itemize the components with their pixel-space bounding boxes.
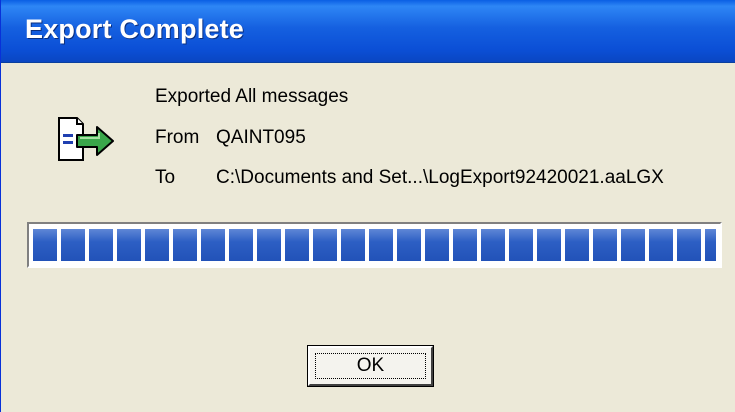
to-label: To <box>155 167 176 188</box>
progress-segment <box>117 229 141 261</box>
progress-segment <box>33 229 57 261</box>
progress-segment <box>341 229 365 261</box>
progress-segment <box>537 229 561 261</box>
progress-segment <box>677 229 701 261</box>
progress-segment <box>201 229 225 261</box>
progress-segment <box>61 229 85 261</box>
progress-segment <box>369 229 393 261</box>
progress-segment <box>145 229 169 261</box>
progress-segment <box>173 229 197 261</box>
export-complete-dialog: Export Complete Exported All messages Fr… <box>0 0 735 412</box>
from-value: QAINT095 <box>216 127 306 148</box>
ok-button-label: OK <box>315 353 426 379</box>
progress-segment <box>285 229 309 261</box>
title-bar[interactable]: Export Complete <box>1 0 735 63</box>
progress-segment <box>509 229 533 261</box>
from-label: From <box>155 127 200 148</box>
progress-segment <box>89 229 113 261</box>
progress-segment <box>565 229 589 261</box>
progress-segment <box>397 229 421 261</box>
progress-segment <box>621 229 645 261</box>
progress-bar <box>27 222 722 268</box>
window-title: Export Complete <box>25 14 245 44</box>
progress-track <box>33 229 716 261</box>
progress-segment <box>425 229 449 261</box>
export-status-text: Exported All messages <box>155 86 349 107</box>
progress-segment <box>481 229 505 261</box>
progress-segment <box>229 229 253 261</box>
progress-segment <box>313 229 337 261</box>
ok-button[interactable]: OK <box>308 346 433 386</box>
export-document-arrow-icon <box>58 117 114 161</box>
to-value: C:\Documents and Set...\LogExport9242002… <box>216 167 664 188</box>
progress-segment <box>257 229 281 261</box>
progress-segment <box>453 229 477 261</box>
progress-fill <box>33 229 716 261</box>
progress-segment <box>705 229 716 261</box>
progress-segment <box>649 229 673 261</box>
progress-segment <box>593 229 617 261</box>
